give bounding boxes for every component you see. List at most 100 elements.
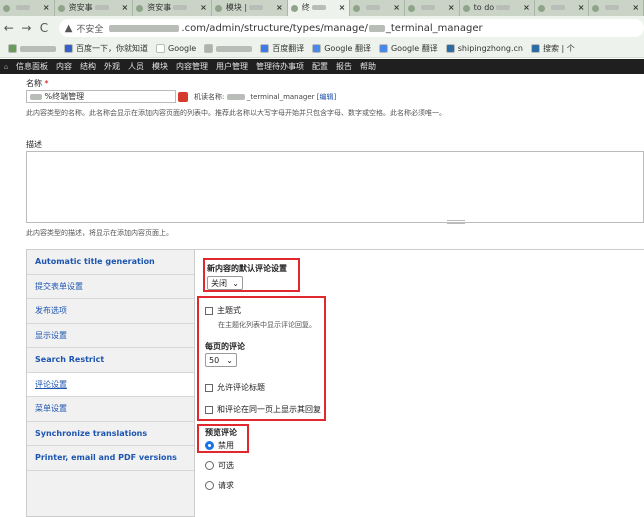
redacted-tab-text — [249, 5, 264, 10]
vertical-tab[interactable]: 提交表单设置 — [27, 275, 194, 299]
bookmark-icon — [260, 44, 270, 53]
redacted-tab-text — [94, 5, 109, 10]
preview-label: 预览评论 — [205, 428, 237, 437]
bookmark-item[interactable] — [204, 44, 253, 53]
admin-menu-item[interactable]: 管理待办事项 — [252, 61, 308, 72]
favicon-icon — [592, 5, 600, 12]
favicon-icon — [353, 5, 361, 12]
favicon-icon — [537, 5, 545, 12]
browser-tab[interactable]: × — [350, 0, 405, 16]
separate-page-checkbox[interactable] — [205, 405, 213, 414]
vertical-tab[interactable]: 显示设置 — [27, 324, 194, 348]
per-page-select[interactable]: 50 ⌄ — [205, 353, 237, 367]
tab-label: 资安事 — [147, 3, 172, 12]
close-icon[interactable]: × — [200, 0, 207, 16]
threaded-checkbox-row[interactable]: 主题式 — [205, 305, 241, 316]
close-icon[interactable]: × — [276, 0, 283, 16]
home-icon[interactable]: ⌂ — [0, 63, 12, 71]
threaded-checkbox[interactable] — [205, 306, 213, 315]
security-label: 不安全 — [76, 24, 104, 35]
browser-tab[interactable]: to do × — [460, 0, 535, 16]
input-icon[interactable] — [178, 91, 188, 102]
admin-menu-item[interactable]: 用户管理 — [212, 61, 252, 72]
admin-menu-item[interactable]: 人员 — [124, 61, 148, 72]
bookmark-item[interactable]: 搜索 | 个 — [530, 43, 575, 54]
admin-menu-item[interactable]: 模块 — [148, 61, 172, 72]
bookmark-icon — [204, 44, 214, 53]
close-icon[interactable]: × — [523, 0, 530, 16]
close-icon[interactable]: × — [578, 0, 585, 16]
preview-radio-row[interactable]: 可选 — [205, 460, 234, 471]
admin-menu-item[interactable]: 帮助 — [356, 61, 380, 72]
favicon-icon — [462, 5, 470, 12]
preview-radio-row[interactable]: 禁用 — [205, 440, 234, 451]
bookmark-item[interactable]: Google — [156, 44, 196, 53]
bookmark-item[interactable] — [8, 44, 56, 53]
browser-tab[interactable]: 资安事 × — [133, 0, 212, 16]
forward-button[interactable]: → — [18, 21, 36, 35]
admin-menu-item[interactable]: 报告 — [332, 61, 356, 72]
vertical-tab[interactable]: Search Restrict — [27, 348, 194, 373]
textarea-resize-grip[interactable] — [447, 220, 465, 224]
redacted-tab-text — [311, 5, 326, 10]
address-bar[interactable]: ▲ 不安全 .com/admin/structure/types/manage/… — [58, 19, 644, 37]
preview-radio-row[interactable]: 请求 — [205, 480, 234, 491]
close-icon[interactable]: × — [393, 0, 400, 16]
radio-button[interactable] — [205, 481, 214, 490]
admin-menu-item[interactable]: 内容 — [52, 61, 76, 72]
redacted-host — [109, 24, 180, 32]
reload-button[interactable]: C — [35, 21, 53, 35]
close-icon[interactable]: × — [339, 0, 346, 16]
machine-name-edit-link[interactable]: [编辑] — [317, 93, 336, 101]
vertical-tab[interactable]: Synchronize translations — [27, 422, 194, 446]
default-comment-select[interactable]: 关闭 ⌄ — [207, 276, 243, 290]
vertical-tab[interactable]: Printer, email and PDF versions — [27, 446, 194, 471]
vertical-tab[interactable]: 发布选项 — [27, 299, 194, 324]
redacted-tab-text — [421, 5, 435, 10]
close-icon[interactable]: × — [122, 0, 129, 16]
tab-label: 终 — [301, 3, 310, 12]
close-icon[interactable]: × — [632, 0, 639, 16]
bookmark-item[interactable]: Google 翻译 — [312, 43, 371, 54]
browser-tab[interactable]: 模块 | × — [212, 0, 288, 16]
admin-menu-item[interactable]: 内容管理 — [172, 61, 212, 72]
browser-tab[interactable]: × — [535, 0, 590, 16]
bookmark-icon — [530, 44, 540, 53]
redacted-tab-text — [366, 5, 381, 10]
name-field[interactable]: %终端管理 — [26, 90, 176, 103]
redacted-tab-text — [550, 5, 565, 10]
vertical-tab[interactable]: Automatic title generation — [27, 250, 194, 275]
radio-button[interactable] — [205, 441, 214, 450]
browser-tab[interactable]: 终 × — [287, 0, 351, 16]
bookmark-item[interactable]: 百度翻译 — [260, 43, 304, 54]
browser-tab[interactable]: × — [405, 0, 460, 16]
allow-title-checkbox[interactable] — [205, 383, 213, 392]
radio-button[interactable] — [205, 461, 214, 470]
vertical-tab[interactable]: 菜单设置 — [27, 397, 194, 422]
favicon-icon — [290, 5, 298, 12]
separate-page-checkbox-row[interactable]: 和评论在同一页上显示其回复 — [205, 404, 321, 415]
admin-menu-item[interactable]: 外观 — [100, 61, 124, 72]
back-button[interactable]: ← — [0, 21, 18, 35]
name-row: %终端管理 机读名称: _terminal_manager [编辑] — [26, 90, 336, 103]
redacted-tab-text — [173, 5, 188, 10]
admin-menu-item[interactable]: 结构 — [76, 61, 100, 72]
close-icon[interactable]: × — [43, 0, 50, 16]
admin-menu-item[interactable]: 配置 — [308, 61, 332, 72]
admin-menu-item[interactable]: 信息面板 — [12, 61, 52, 72]
allow-title-checkbox-row[interactable]: 允许评论标题 — [205, 382, 265, 393]
close-icon[interactable]: × — [448, 0, 455, 16]
bookmark-label: Google 翻译 — [324, 44, 371, 53]
browser-tab[interactable]: 资安事 × — [55, 0, 134, 16]
browser-tab[interactable]: × — [589, 0, 644, 16]
bookmark-item[interactable]: shipingzhong.cn — [445, 44, 523, 53]
browser-tab-strip: × 资安事 × 资安事 × 模块 | × 终 × × × to do × × × — [0, 0, 644, 16]
bookmark-item[interactable]: 百度一下，你就知道 — [64, 43, 148, 54]
redacted-segment — [368, 24, 385, 32]
bookmark-icon — [312, 44, 322, 53]
redacted-bookmark — [216, 45, 253, 52]
vertical-tab[interactable]: 评论设置 — [27, 372, 194, 397]
description-textarea[interactable] — [26, 151, 644, 223]
bookmark-item[interactable]: Google 翻译 — [378, 43, 438, 54]
browser-tab[interactable]: × — [0, 0, 55, 16]
